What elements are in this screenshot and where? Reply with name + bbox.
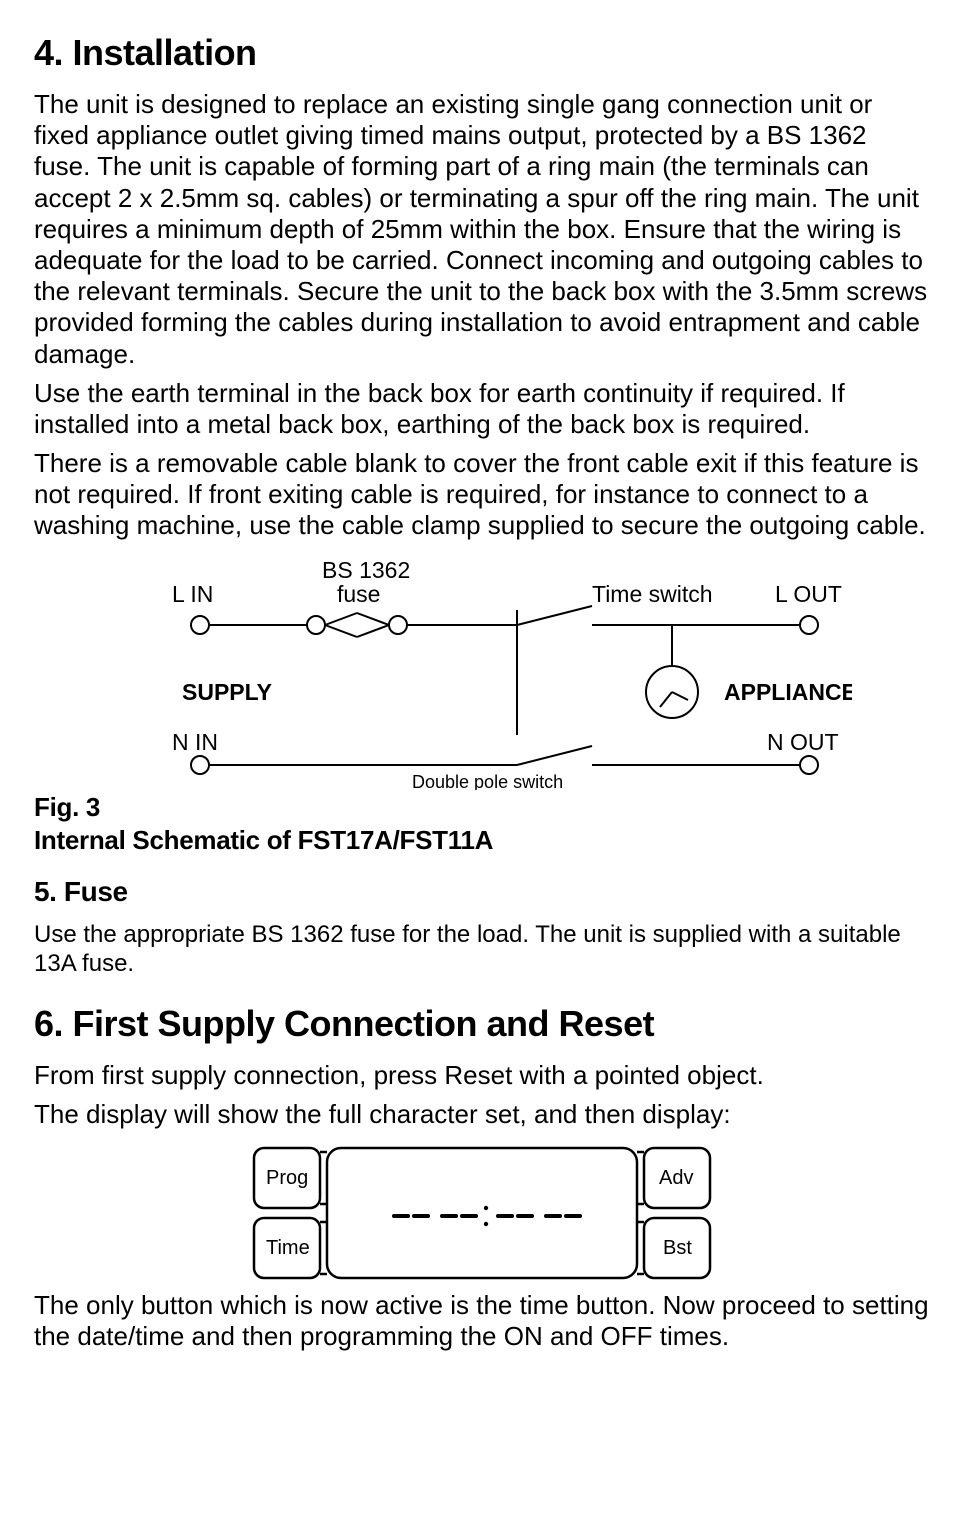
label-dp-switch: Double pole switch — [412, 772, 563, 790]
label-time-switch: Time switch — [592, 581, 713, 607]
label-nout: N OUT — [767, 729, 839, 755]
section-5-heading: 5. Fuse — [34, 874, 930, 909]
label-fuse-1: BS 1362 — [322, 557, 410, 583]
figure-3-label: Fig. 3 — [34, 792, 930, 823]
s6-para-2: The display will show the full character… — [34, 1099, 930, 1130]
lcd-bst-label: Bst — [663, 1237, 692, 1259]
s4-para-1: The unit is designed to replace an exist… — [34, 89, 930, 370]
s4-para-2: Use the earth terminal in the back box f… — [34, 378, 930, 440]
section-6-heading: 6. First Supply Connection and Reset — [34, 1001, 930, 1046]
label-lout: L OUT — [775, 581, 842, 607]
label-supply: SUPPLY — [182, 679, 272, 705]
s6-para-1: From first supply connection, press Rese… — [34, 1060, 930, 1091]
lcd-time-label: Time — [266, 1237, 310, 1259]
schematic-figure: L IN BS 1362 fuse Time switch L OUT SUPP… — [34, 550, 930, 790]
lcd-prog-label: Prog — [266, 1167, 308, 1189]
section-4-heading: 4. Installation — [34, 30, 930, 75]
label-lin: L IN — [172, 581, 213, 607]
lcd-figure: Prog Time Adv Bst — [34, 1138, 930, 1288]
s5-para-1: Use the appropriate BS 1362 fuse for the… — [34, 921, 930, 979]
label-nin: N IN — [172, 729, 218, 755]
schematic-title: Internal Schematic of FST17A/FST11A — [34, 825, 930, 856]
label-appliance: APPLIANCE — [724, 679, 852, 705]
label-fuse-2: fuse — [337, 581, 380, 607]
s6-para-3: The only button which is now active is t… — [34, 1290, 930, 1352]
s4-para-3: There is a removable cable blank to cove… — [34, 448, 930, 542]
lcd-adv-label: Adv — [659, 1167, 693, 1189]
